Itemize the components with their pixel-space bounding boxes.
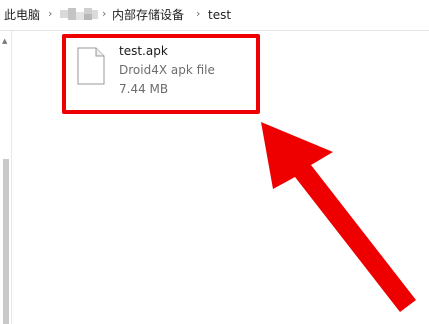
file-type: Droid4X apk file bbox=[119, 63, 215, 77]
file-item[interactable]: test.apk Droid4X apk file 7.44 MB bbox=[68, 40, 256, 111]
address-bar[interactable]: 此电脑 › › 内部存储设备 › test bbox=[0, 0, 429, 31]
file-size: 7.44 MB bbox=[119, 82, 169, 96]
scroll-up-icon[interactable]: ▲ bbox=[2, 37, 7, 45]
breadcrumb-separator[interactable]: › bbox=[196, 7, 200, 21]
breadcrumb-separator[interactable]: › bbox=[48, 7, 52, 21]
arrow-shape bbox=[261, 122, 416, 312]
file-name: test.apk bbox=[119, 44, 168, 58]
breadcrumb-separator[interactable]: › bbox=[102, 7, 106, 21]
scrollbar-thumb[interactable] bbox=[3, 159, 9, 324]
breadcrumb-this-pc[interactable]: 此电脑 bbox=[4, 8, 40, 22]
breadcrumb-test-folder[interactable]: test bbox=[208, 8, 231, 22]
generic-document-icon bbox=[77, 47, 105, 85]
breadcrumb-internal-storage[interactable]: 内部存储设备 bbox=[112, 8, 184, 22]
navigation-pane[interactable]: ▲ bbox=[0, 31, 12, 324]
breadcrumb-obscured-device[interactable] bbox=[60, 8, 100, 22]
file-explorer-window: 此电脑 › › 内部存储设备 › test ▲ test.apk Droid4X… bbox=[0, 0, 429, 324]
